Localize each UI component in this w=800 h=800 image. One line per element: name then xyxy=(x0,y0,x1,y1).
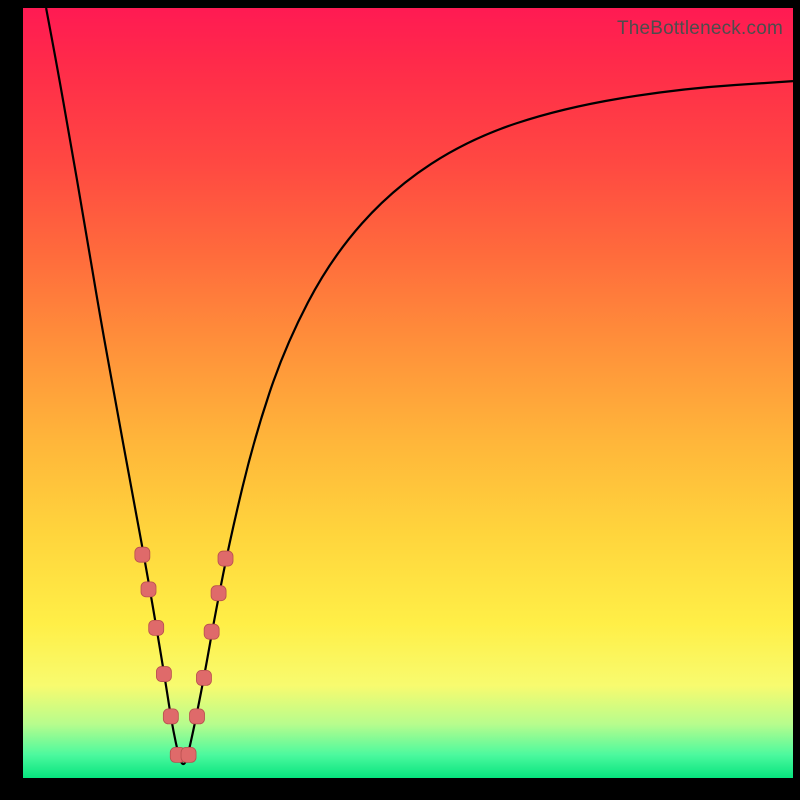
highlighted-marker xyxy=(204,624,219,639)
plot-area: TheBottleneck.com xyxy=(23,8,793,778)
highlighted-marker xyxy=(135,547,150,562)
highlighted-marker xyxy=(156,667,171,682)
watermark-text: TheBottleneck.com xyxy=(617,18,783,40)
highlighted-marker xyxy=(181,747,196,762)
highlighted-marker xyxy=(190,709,205,724)
highlighted-marker xyxy=(141,582,156,597)
highlighted-marker xyxy=(211,586,226,601)
highlighted-marker xyxy=(149,620,164,635)
highlighted-marker xyxy=(163,709,178,724)
bottleneck-chart xyxy=(23,8,793,778)
highlighted-marker xyxy=(218,551,233,566)
chart-frame: TheBottleneck.com xyxy=(0,0,800,800)
highlighted-marker xyxy=(196,670,211,685)
highlighted-markers-group xyxy=(135,547,233,762)
bottleneck-curve-line xyxy=(46,8,793,764)
